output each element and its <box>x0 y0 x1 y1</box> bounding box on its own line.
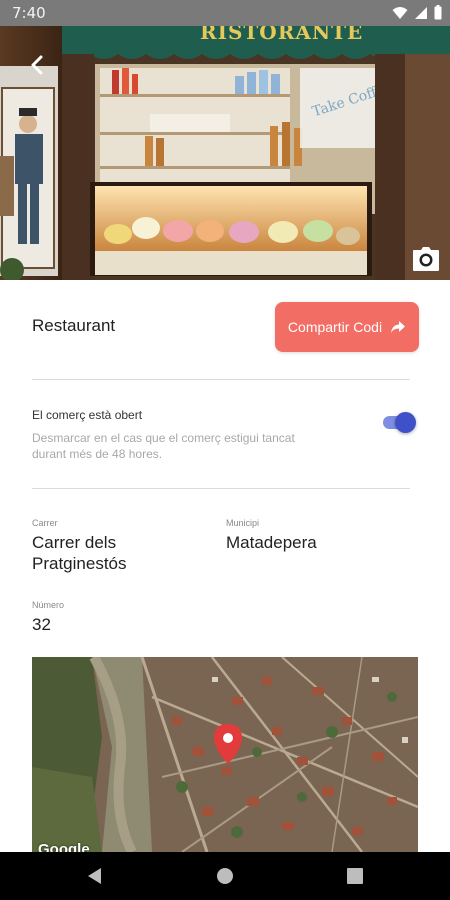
number-label: Número <box>32 600 65 610</box>
municipality-label: Municipi <box>226 518 260 528</box>
chevron-left-icon <box>31 55 43 75</box>
toggle-thumb <box>395 412 416 433</box>
storefront-illustration: Take Coffee <box>0 26 450 280</box>
share-button-label: Compartir Codi <box>287 319 383 335</box>
signal-icon <box>415 6 427 19</box>
status-bar: 7:40 <box>0 0 450 26</box>
business-open-label: El comerç està obert <box>32 408 143 422</box>
wifi-icon <box>392 6 408 19</box>
app-screen: 7:40 Take Coffee RISTORANTE Restaurant C… <box>0 0 450 900</box>
share-arrow-icon <box>391 321 406 333</box>
home-circle-icon[interactable] <box>215 866 235 886</box>
storefront-photo: Take Coffee RISTORANTE <box>0 26 450 280</box>
camera-button[interactable] <box>412 246 440 272</box>
number-value: 32 <box>32 615 51 634</box>
street-label: Carrer <box>32 518 58 528</box>
camera-icon <box>413 247 439 271</box>
awning-sign-text: RISTORANTE <box>200 26 364 44</box>
detail-panel: Restaurant Compartir Codi El comerç està… <box>0 280 450 852</box>
battery-icon <box>434 5 442 20</box>
share-code-button[interactable]: Compartir Codi <box>275 302 419 352</box>
google-logo: Google <box>38 841 90 852</box>
map-pin-icon[interactable] <box>213 723 243 765</box>
divider <box>32 379 410 380</box>
divider <box>32 488 410 489</box>
recents-square-icon[interactable] <box>345 866 365 886</box>
location-map[interactable]: Google <box>32 657 418 852</box>
business-open-hint: Desmarcar en el cas que el comerç estigu… <box>32 431 295 461</box>
back-triangle-icon[interactable] <box>85 866 105 886</box>
status-icons <box>392 5 442 20</box>
business-category-title: Restaurant <box>32 316 116 335</box>
system-nav-bar <box>0 852 450 900</box>
street-value: Carrer dels Pratginestós <box>32 533 127 573</box>
business-open-toggle[interactable] <box>381 411 417 433</box>
status-time: 7:40 <box>12 4 46 22</box>
back-button[interactable] <box>22 50 52 80</box>
municipality-value: Matadepera <box>226 533 317 552</box>
